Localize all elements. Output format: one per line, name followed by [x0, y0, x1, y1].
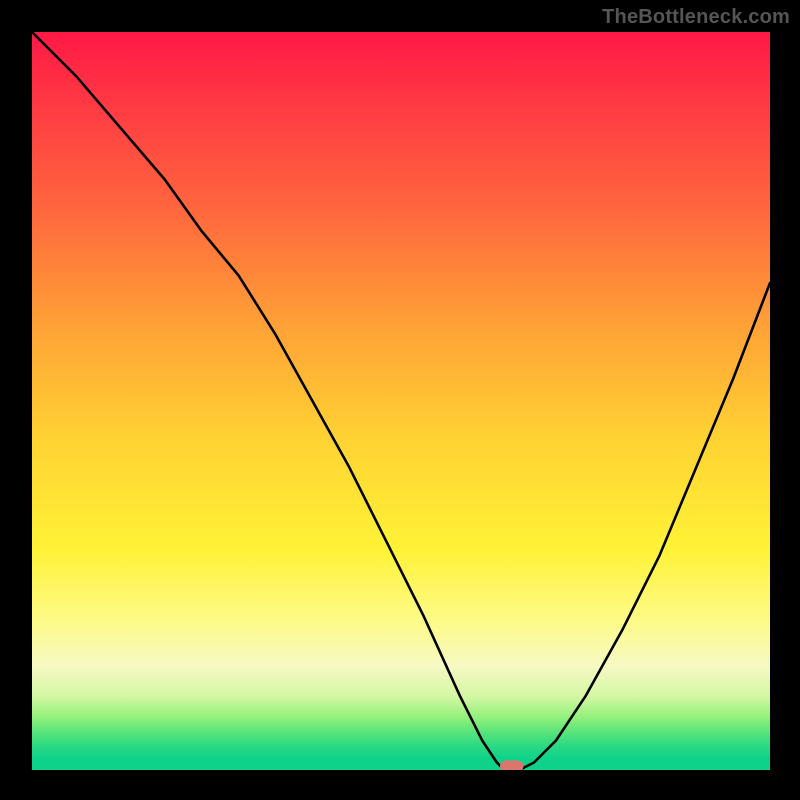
- optimal-marker: [500, 760, 524, 770]
- chart-svg: [32, 32, 770, 770]
- plot-area: [32, 32, 770, 770]
- chart-frame: TheBottleneck.com: [0, 0, 800, 800]
- bottleneck-curve: [32, 32, 770, 770]
- watermark-text: TheBottleneck.com: [602, 6, 790, 29]
